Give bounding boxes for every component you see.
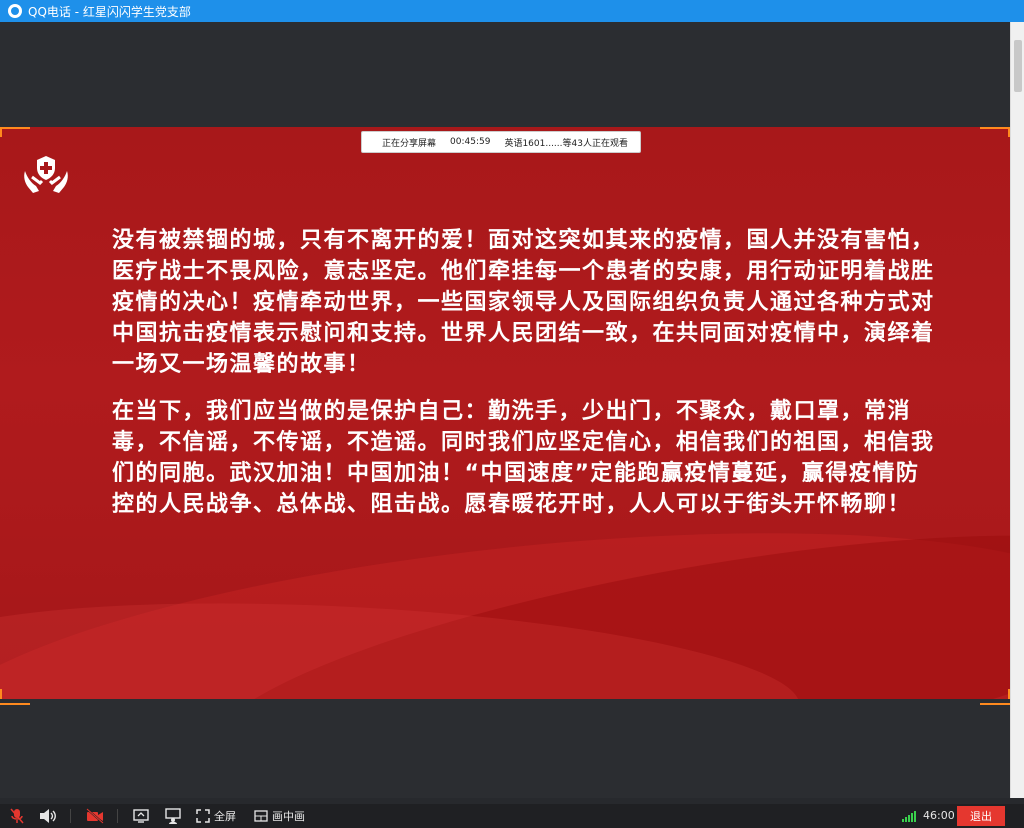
scrollbar-thumb[interactable] — [1014, 40, 1022, 92]
presenter-button[interactable] — [164, 804, 182, 828]
call-timer: 46:00 — [923, 809, 955, 822]
slide-paragraph-1: 没有被禁锢的城，只有不离开的爱！面对这突如其来的疫情，国人并没有害怕，医疗战士不… — [112, 228, 935, 377]
camera-toggle-button[interactable] — [85, 804, 105, 828]
window-titlebar: QQ电话 - 红星闪闪学生党支部 — [0, 0, 1024, 22]
screen-share-status-badge: 正在分享屏幕 00:45:59 英语1601......等43人正在观看 — [361, 131, 641, 153]
slide-corner-marker — [1008, 689, 1010, 699]
picture-in-picture-button[interactable]: 画中画 — [254, 804, 305, 828]
shared-screen-slide: 没有被禁锢的城，只有不离开的爱！面对这突如其来的疫情，国人并没有害怕，医疗战士不… — [0, 127, 1010, 699]
slide-body-text: 没有被禁锢的城，只有不离开的爱！面对这突如其来的疫情，国人并没有害怕，医疗战士不… — [112, 225, 942, 536]
picture-in-picture-icon — [254, 810, 268, 822]
speaker-button[interactable] — [38, 804, 58, 828]
call-toolbar: 全屏 画中画 — [0, 804, 1024, 828]
screen-share-icon — [133, 809, 149, 823]
picture-in-picture-label: 画中画 — [272, 810, 305, 823]
slide-corner-marker — [980, 697, 1010, 705]
presenter-icon — [165, 808, 181, 824]
mic-toggle-button[interactable] — [8, 804, 26, 828]
toolbar-divider — [117, 809, 118, 823]
camera-off-icon — [86, 808, 104, 824]
scrollbar[interactable] — [1010, 22, 1024, 798]
slide-corner-marker — [0, 127, 30, 135]
slide-corner-marker — [980, 127, 1010, 135]
fullscreen-label: 全屏 — [214, 810, 236, 823]
slide-corner-marker — [0, 127, 2, 137]
toolbar-divider — [70, 809, 71, 823]
signal-strength-icon — [902, 810, 917, 822]
fullscreen-icon — [196, 809, 210, 823]
qq-icon — [8, 4, 22, 18]
fullscreen-button[interactable]: 全屏 — [196, 804, 236, 828]
slide-corner-marker — [0, 697, 30, 705]
speaker-icon — [40, 809, 56, 823]
slide-paragraph-2: 在当下，我们应当做的是保护自己：勤洗手，少出门，不聚众，戴口罩，常消毒，不信谣，… — [112, 399, 935, 517]
slide-corner-marker — [0, 689, 2, 699]
share-duration: 00:45:59 — [450, 137, 491, 147]
window-title: QQ电话 - 红星闪闪学生党支部 — [28, 4, 191, 19]
slide-corner-marker — [1008, 127, 1010, 137]
share-viewers: 英语1601......等43人正在观看 — [504, 138, 628, 149]
mic-muted-icon — [10, 808, 24, 824]
hands-shield-icon — [24, 156, 68, 193]
share-status-text: 正在分享屏幕 — [382, 138, 437, 149]
exit-call-button[interactable]: 退出 — [957, 806, 1005, 826]
screen-share-button[interactable] — [132, 804, 150, 828]
